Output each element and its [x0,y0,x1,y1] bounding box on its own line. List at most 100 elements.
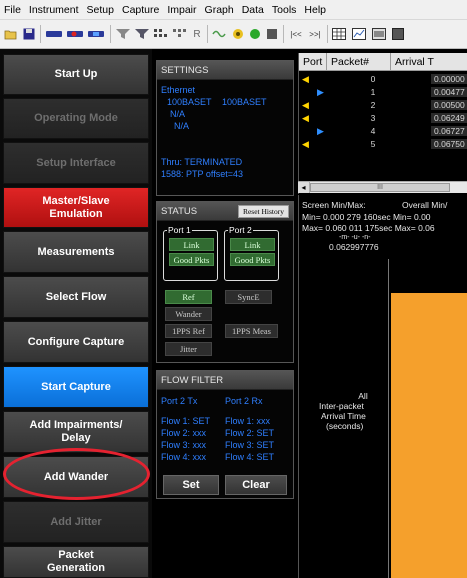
panel-view-icon[interactable] [371,27,387,41]
scroll-thumb[interactable]: III [310,183,450,192]
operating-mode-button[interactable]: Operating Mode [3,98,149,139]
menu-capture[interactable]: Capture [122,4,159,16]
arrow-left-icon: ◀ [302,139,309,149]
col-header-arrival[interactable]: Arrival T [391,53,467,71]
r-button[interactable]: R [191,27,203,41]
menu-file[interactable]: File [4,4,21,16]
add-wander-button[interactable]: Add Wander [3,456,149,498]
table-horizontal-scrollbar[interactable]: ◂ III [298,181,467,193]
measurements-button[interactable]: Measurements [3,231,149,273]
port2-label: Port 2 [228,225,253,235]
grid-dots-2-icon[interactable] [172,27,188,41]
add-impairments-delay-button[interactable]: Add Impairments/ Delay [3,411,149,453]
graph-fill-area [391,293,467,578]
max-values: Max= 0.060 011 175sec Max= 0.06 [302,223,435,233]
select-flow-button[interactable]: Select Flow [3,276,149,318]
port2-link-indicator: Link [230,238,275,251]
y-axis-top-value: 0.062997776 [329,242,379,252]
y-axis-label-line4: (seconds) [326,421,364,431]
overall-minmax-label: Overall Min/ [402,200,448,210]
rx-flow-3: Flow 3: SET [225,440,275,450]
rx-flow-2: Flow 2: SET [225,428,275,438]
save-disk-icon[interactable] [22,27,36,41]
flow-filter-header: FLOW FILTER [157,371,293,390]
port1-link-indicator: Link [169,238,214,251]
plot-y-axis [388,259,389,578]
port2-rx-header: Port 2 Rx [225,396,263,406]
clear-button[interactable]: Clear [225,475,287,495]
tx-flow-1: Flow 1: SET [161,416,211,426]
menu-tools[interactable]: Tools [272,4,297,16]
wander-indicator: Wander [165,307,212,321]
menu-instrument[interactable]: Instrument [29,4,79,16]
grid-dots-icon[interactable] [153,27,169,41]
instrument-icon[interactable] [45,27,63,41]
instrument-red-icon[interactable] [66,27,84,41]
col-header-port[interactable]: Port [299,53,327,71]
jitter-indicator: Jitter [165,342,212,356]
settings-port2-mode: 100BASET [222,97,267,107]
wave-icon[interactable] [212,27,228,41]
y-axis-label-line1: All [358,391,368,401]
master-slave-emulation-button[interactable]: Master/Slave Emulation [3,187,149,228]
graph-view-icon[interactable] [351,27,367,41]
arrival-time: 0.06727 [431,126,467,136]
packet-generation-button[interactable]: Packet Generation [3,546,149,578]
port2-good-pkts-indicator: Good Pkts [230,253,275,266]
menu-help[interactable]: Help [304,4,326,16]
settings-header: SETTINGS [157,61,293,80]
green-circle-icon[interactable] [248,27,262,41]
menu-data[interactable]: Data [242,4,264,16]
start-up-button[interactable]: Start Up [3,54,149,95]
pps-meas-indicator: 1PPS Meas [225,324,278,338]
open-folder-icon[interactable] [4,27,18,41]
tx-flow-3: Flow 3: xxx [161,440,207,450]
add-jitter-button[interactable]: Add Jitter [3,501,149,543]
settings-line6: 1588: PTP offset=43 [161,169,243,179]
scroll-left-arrow-icon[interactable]: ◂ [298,182,310,193]
port1-label: Port 1 [167,225,192,235]
rewind-button[interactable]: |<< [287,27,305,41]
table-row[interactable]: ▶ 4 0.06727 [299,126,467,138]
start-capture-button[interactable]: Start Capture [3,366,149,408]
settings-line3: N/A [170,109,186,119]
table-row[interactable]: ◀ 5 0.06750 [299,139,467,151]
flow-filter-panel: FLOW FILTER Port 2 Tx Port 2 Rx Flow 1: … [156,370,294,499]
instrument-blue-icon[interactable] [87,27,105,41]
col-header-packet[interactable]: Packet# [327,53,391,71]
table-row[interactable]: ◀ 0 0.00000 [299,74,467,86]
settings-panel: SETTINGS Ethernet 100BASET 100BASET N/A … [156,60,294,196]
graph-panel: Screen Min/Max: Overall Min/ Min= 0.000 … [298,195,467,578]
setup-interface-button[interactable]: Setup Interface [3,142,149,184]
packet-number: 0 [370,74,376,84]
screen-minmax-label: Screen Min/Max: [302,200,366,210]
yellow-circle-icon[interactable] [231,27,245,41]
table-row[interactable]: ◀ 2 0.00500 [299,100,467,112]
arrow-right-icon: ▶ [317,87,324,97]
status-panel: STATUS Reset History Port 1 Link Good Pk… [156,201,294,363]
arrow-left-icon: ◀ [302,100,309,110]
table-row[interactable]: ▶ 1 0.00477 [299,87,467,99]
menu-impair[interactable]: Impair [167,4,196,16]
port1-good-pkts-indicator: Good Pkts [169,253,214,266]
menu-graph[interactable]: Graph [205,4,234,16]
panel-view-2-icon[interactable] [391,27,405,41]
arrival-time: 0.06249 [431,113,467,123]
table-view-icon[interactable] [331,27,347,41]
table-row[interactable]: ◀ 3 0.06249 [299,113,467,125]
settings-port1-mode: 100BASET [167,97,212,107]
y-axis-label-line2: Inter-packet [319,401,364,411]
forward-button[interactable]: >>| [306,27,324,41]
set-button[interactable]: Set [163,475,219,495]
menu-setup[interactable]: Setup [87,4,114,16]
packet-number: 2 [370,100,376,110]
capture-filter-2-icon[interactable] [134,27,150,41]
toolbar: R |<< >>| [0,20,467,49]
configure-capture-button[interactable]: Configure Capture [3,321,149,363]
stop-icon[interactable] [265,27,279,41]
capture-filter-icon[interactable] [115,27,131,41]
reset-history-button[interactable]: Reset History [237,205,289,218]
tx-flow-2: Flow 2: xxx [161,428,207,438]
tx-flow-4: Flow 4: xxx [161,452,207,462]
arrow-left-icon: ◀ [302,74,309,84]
